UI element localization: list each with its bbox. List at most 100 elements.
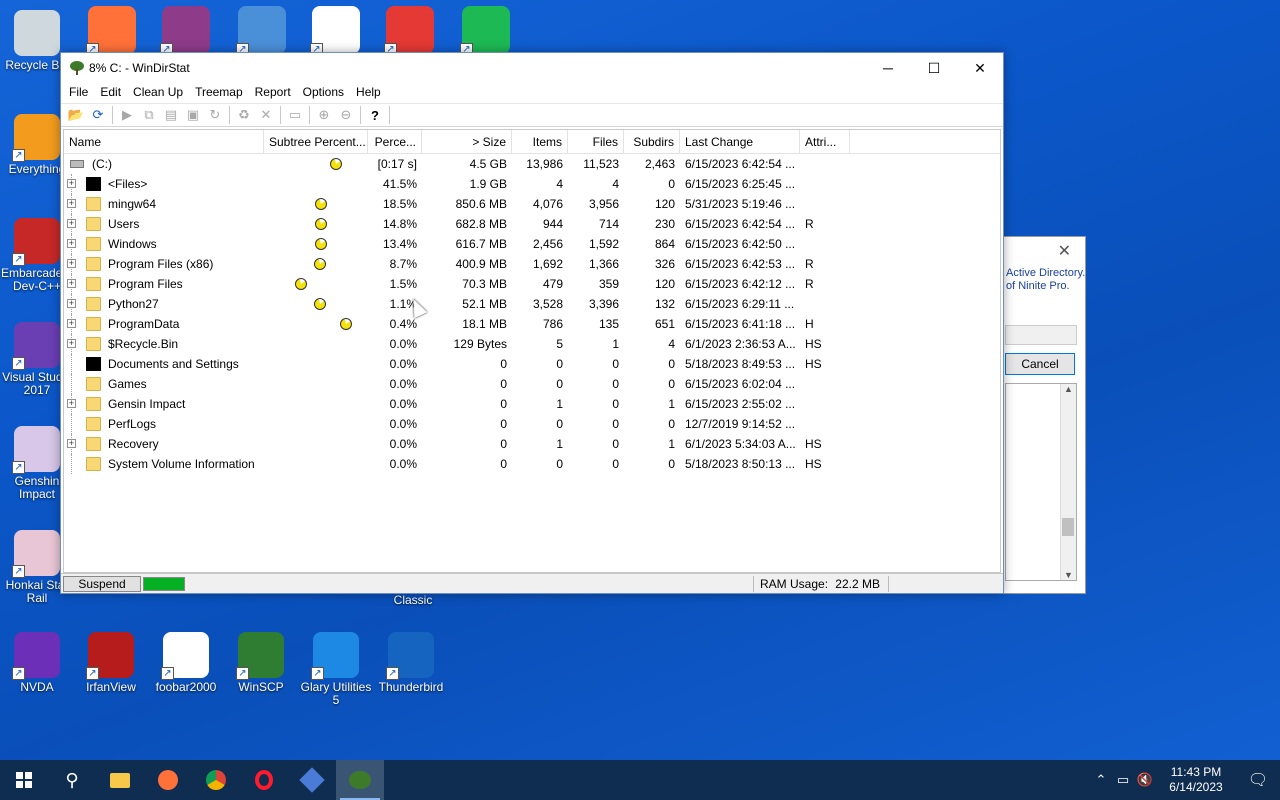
search-icon[interactable]: ⚲ <box>48 760 96 800</box>
table-row[interactable]: + $Recycle.Bin 0.0% 129 Bytes 5 1 4 6/1/2023 2:… <box>64 334 1000 354</box>
expand-icon[interactable]: + <box>67 339 76 348</box>
file-explorer-icon[interactable] <box>96 760 144 800</box>
expand-icon[interactable]: + <box>67 279 76 288</box>
clock[interactable]: 11:43 PM 6/14/2023 <box>1156 765 1236 795</box>
expand-icon[interactable]: + <box>67 199 76 208</box>
table-row[interactable]: System Volume Information 0.0% 0 0 0 0 5/18/20… <box>64 454 1000 474</box>
explorer-icon[interactable]: ▤ <box>160 104 182 126</box>
table-row[interactable]: + <Files> 41.5% 1.9 GB 4 4 0 6/15/2023 6:25:45 … <box>64 174 1000 194</box>
windirstat-taskbar-icon[interactable] <box>336 760 384 800</box>
refresh-icon[interactable]: ⟳ <box>87 104 109 126</box>
opera-icon[interactable] <box>240 760 288 800</box>
menu-help[interactable]: Help <box>350 83 387 103</box>
app-icon[interactable] <box>288 760 336 800</box>
column-size[interactable]: > Size <box>422 130 512 154</box>
zoom-out-icon[interactable]: ⊖ <box>335 104 357 126</box>
help-icon[interactable]: ? <box>364 104 386 126</box>
expand-icon[interactable]: + <box>67 219 76 228</box>
refresh-selected-icon[interactable]: ↻ <box>204 104 226 126</box>
menu-options[interactable]: Options <box>297 83 350 103</box>
minimize-button[interactable]: ─ <box>865 53 911 83</box>
desktop-icon[interactable]: ↗ WinSCP <box>224 632 298 694</box>
column-subtree-percent[interactable]: Subtree Percent... <box>264 130 368 154</box>
expand-icon[interactable]: + <box>67 399 76 408</box>
suspend-button[interactable]: Suspend <box>63 575 141 592</box>
delete-icon[interactable]: ✕ <box>255 104 277 126</box>
column-last-change[interactable]: Last Change <box>680 130 800 154</box>
column-subdirs[interactable]: Subdirs <box>624 130 680 154</box>
maximize-button[interactable]: ☐ <box>911 53 957 83</box>
table-row[interactable]: + Python27 1.1% 52.1 MB 3,528 3,396 132 6/15/20… <box>64 294 1000 314</box>
table-row[interactable]: + Users 14.8% 682.8 MB 944 714 230 6/15/2023 6:… <box>64 214 1000 234</box>
attributes-cell <box>800 194 850 214</box>
scroll-down-icon[interactable]: ▼ <box>1061 570 1076 580</box>
expand-icon[interactable]: + <box>67 179 76 188</box>
installer-icon[interactable]: ↗ <box>236 6 286 56</box>
expand-icon[interactable]: + <box>67 439 76 448</box>
recycle-icon[interactable]: ♻ <box>233 104 255 126</box>
menu-treemap[interactable]: Treemap <box>189 83 249 103</box>
menu-report[interactable]: Report <box>249 83 297 103</box>
chevron-up-icon[interactable]: ⌃ <box>1090 772 1112 788</box>
table-row[interactable]: + Gensin Impact 0.0% 0 1 0 1 6/15/2023 2:55:02 … <box>64 394 1000 414</box>
items-cell: 2,456 <box>532 237 563 251</box>
column-items[interactable]: Items <box>512 130 568 154</box>
winrar-icon[interactable]: ↗ <box>160 6 210 56</box>
expand-icon[interactable]: + <box>67 319 76 328</box>
table-row[interactable]: + ProgramData 0.4% 18.1 MB 786 135 651 6/15/202… <box>64 314 1000 334</box>
scrollbar[interactable]: ▲ ▼ <box>1060 384 1076 580</box>
properties-icon[interactable]: ▭ <box>284 104 306 126</box>
drive-icon <box>70 160 84 168</box>
desktop-icon[interactable]: ↗ IrfanView <box>74 632 148 694</box>
expand-icon[interactable]: + <box>67 239 76 248</box>
gom-player-icon[interactable]: ↗ <box>384 6 434 56</box>
media-player-classic-icon[interactable]: ↗ <box>310 6 360 56</box>
table-row[interactable]: PerfLogs 0.0% 0 0 0 0 12/7/2019 9:14:52 ... <box>64 414 1000 434</box>
close-icon[interactable]: ✕ <box>1058 241 1071 261</box>
table-row[interactable]: + Windows 13.4% 616.7 MB 2,456 1,592 864 6/15/2… <box>64 234 1000 254</box>
menu-file[interactable]: File <box>63 83 94 103</box>
firefox-icon[interactable]: ↗ <box>86 6 136 56</box>
table-row[interactable]: Games 0.0% 0 0 0 0 6/15/2023 6:02:04 ... <box>64 374 1000 394</box>
table-row[interactable]: + mingw64 18.5% 850.6 MB 4,076 3,956 120 5/31/2… <box>64 194 1000 214</box>
firefox-icon[interactable] <box>144 760 192 800</box>
desktop-icon[interactable]: ↗ Thunderbird <box>374 632 448 694</box>
directory-list[interactable]: Name Subtree Percent... Perce... > Size … <box>63 129 1001 573</box>
table-row[interactable]: + Program Files (x86) 8.7% 400.9 MB 1,692 1,3… <box>64 254 1000 274</box>
chrome-icon[interactable] <box>192 760 240 800</box>
column-name[interactable]: Name <box>64 130 264 154</box>
column-attributes[interactable]: Attri... <box>800 130 850 154</box>
close-button[interactable]: ✕ <box>957 53 1003 83</box>
cancel-button[interactable]: Cancel <box>1005 353 1075 375</box>
scrollbar-thumb[interactable] <box>1062 518 1074 536</box>
desktop-icon[interactable]: ↗ Glary Utilities 5 <box>299 632 373 707</box>
menu-clean-up[interactable]: Clean Up <box>127 83 189 103</box>
expand-icon[interactable]: + <box>67 299 76 308</box>
copy-icon[interactable]: ⧉ <box>138 104 160 126</box>
start-button[interactable] <box>0 760 48 800</box>
play-icon[interactable]: ▶ <box>116 104 138 126</box>
subtree-cell <box>264 394 368 414</box>
expand-icon[interactable]: + <box>67 259 76 268</box>
desktop-icon[interactable]: ↗ NVDA <box>0 632 74 694</box>
zoom-in-icon[interactable]: ⊕ <box>313 104 335 126</box>
notification-icon[interactable]: 🗨 <box>1236 770 1280 790</box>
subdirs-cell: 230 <box>654 217 675 231</box>
network-icon[interactable]: ▭ <box>1112 772 1134 788</box>
table-row[interactable]: Documents and Settings 0.0% 0 0 0 0 5/18/2023 … <box>64 354 1000 374</box>
scroll-up-icon[interactable]: ▲ <box>1061 384 1076 394</box>
table-row[interactable]: + Recovery 0.0% 0 1 0 1 6/1/2023 5:34:03 A... HS <box>64 434 1000 454</box>
title-bar[interactable]: 8% C: - WinDirStat ─ ☐ ✕ <box>61 53 1003 83</box>
item-name: Program Files <box>108 277 183 291</box>
table-row[interactable]: + Program Files 1.5% 70.3 MB 479 359 120 6/15/2… <box>64 274 1000 294</box>
open-icon[interactable]: 📂 <box>65 104 87 126</box>
root-row[interactable]: (C:) [0:17 s] 4.5 GB 13,986 11,523 2,463… <box>64 154 1000 174</box>
column-files[interactable]: Files <box>568 130 624 154</box>
volume-muted-icon[interactable]: 🔇 <box>1134 772 1156 788</box>
folder-icon <box>86 337 101 351</box>
spotify-icon[interactable]: ↗ <box>460 6 510 56</box>
command-prompt-icon[interactable]: ▣ <box>182 104 204 126</box>
column-percent[interactable]: Perce... <box>368 130 422 154</box>
desktop-icon[interactable]: ↗ foobar2000 <box>149 632 223 694</box>
menu-edit[interactable]: Edit <box>94 83 127 103</box>
